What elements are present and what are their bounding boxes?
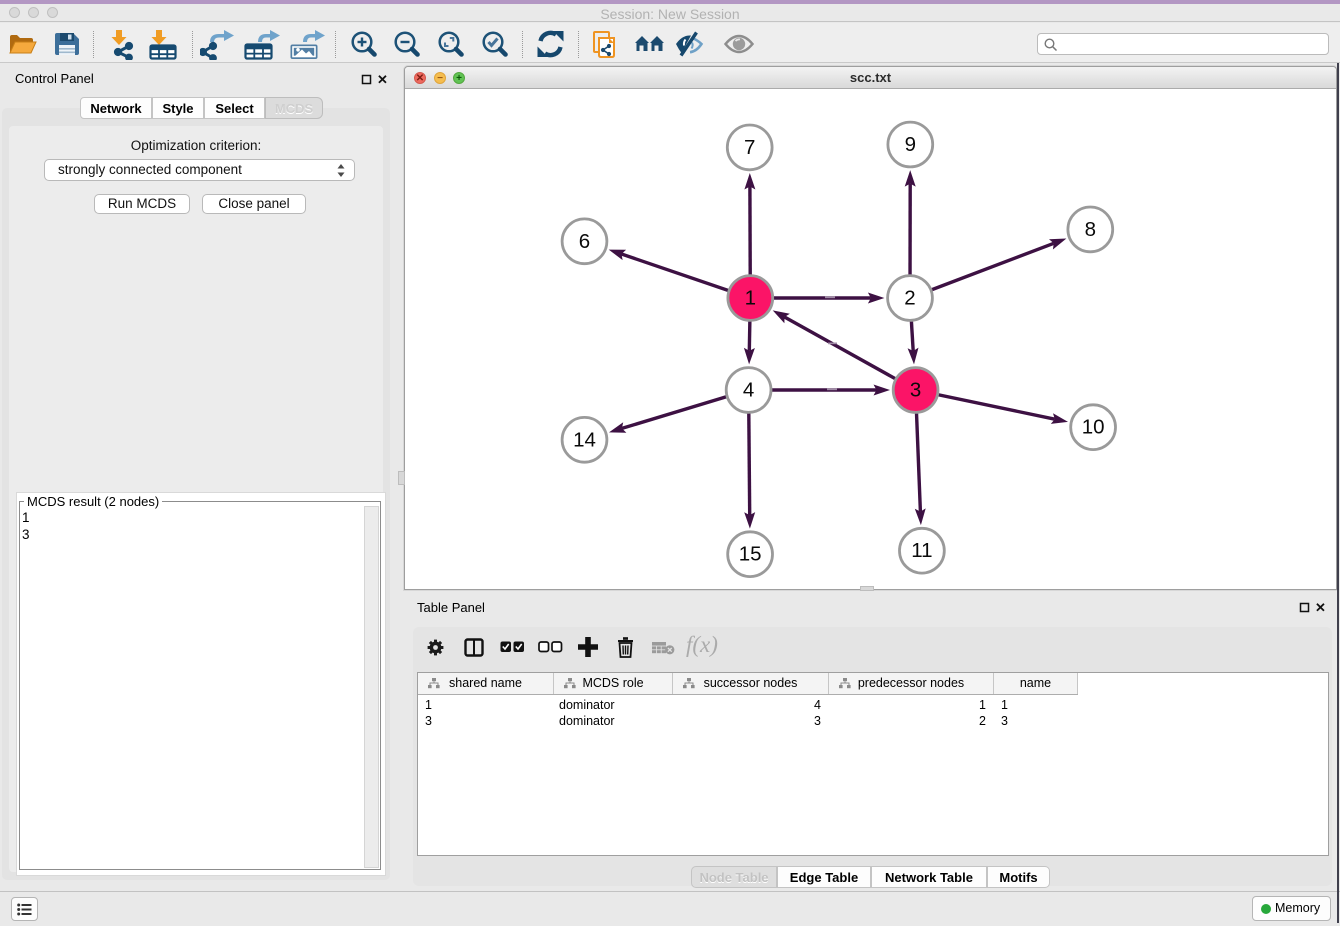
svg-text:15: 15 bbox=[739, 543, 762, 566]
svg-text:9: 9 bbox=[905, 133, 916, 156]
svg-text:4: 4 bbox=[743, 379, 754, 402]
svg-text:7: 7 bbox=[744, 136, 755, 159]
svg-text:6: 6 bbox=[579, 230, 590, 253]
svg-text:14: 14 bbox=[573, 428, 596, 451]
svg-text:10: 10 bbox=[1082, 416, 1105, 439]
svg-text:8: 8 bbox=[1085, 218, 1096, 241]
svg-text:1: 1 bbox=[745, 287, 756, 310]
svg-text:2: 2 bbox=[904, 287, 915, 310]
svg-text:3: 3 bbox=[910, 379, 921, 402]
svg-text:11: 11 bbox=[911, 539, 932, 562]
